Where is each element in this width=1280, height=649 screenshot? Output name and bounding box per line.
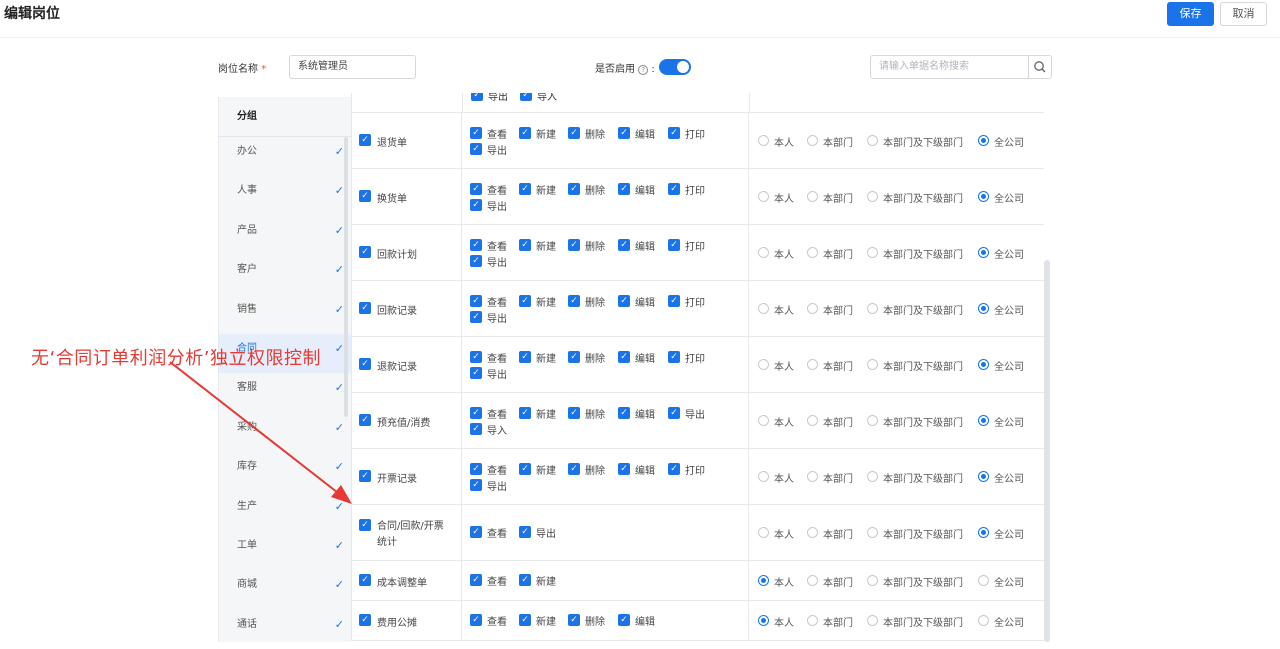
annotation-arrow (169, 361, 352, 504)
annotation-text: 无‘合同订单利润分析’独立权限控制 (31, 348, 321, 369)
